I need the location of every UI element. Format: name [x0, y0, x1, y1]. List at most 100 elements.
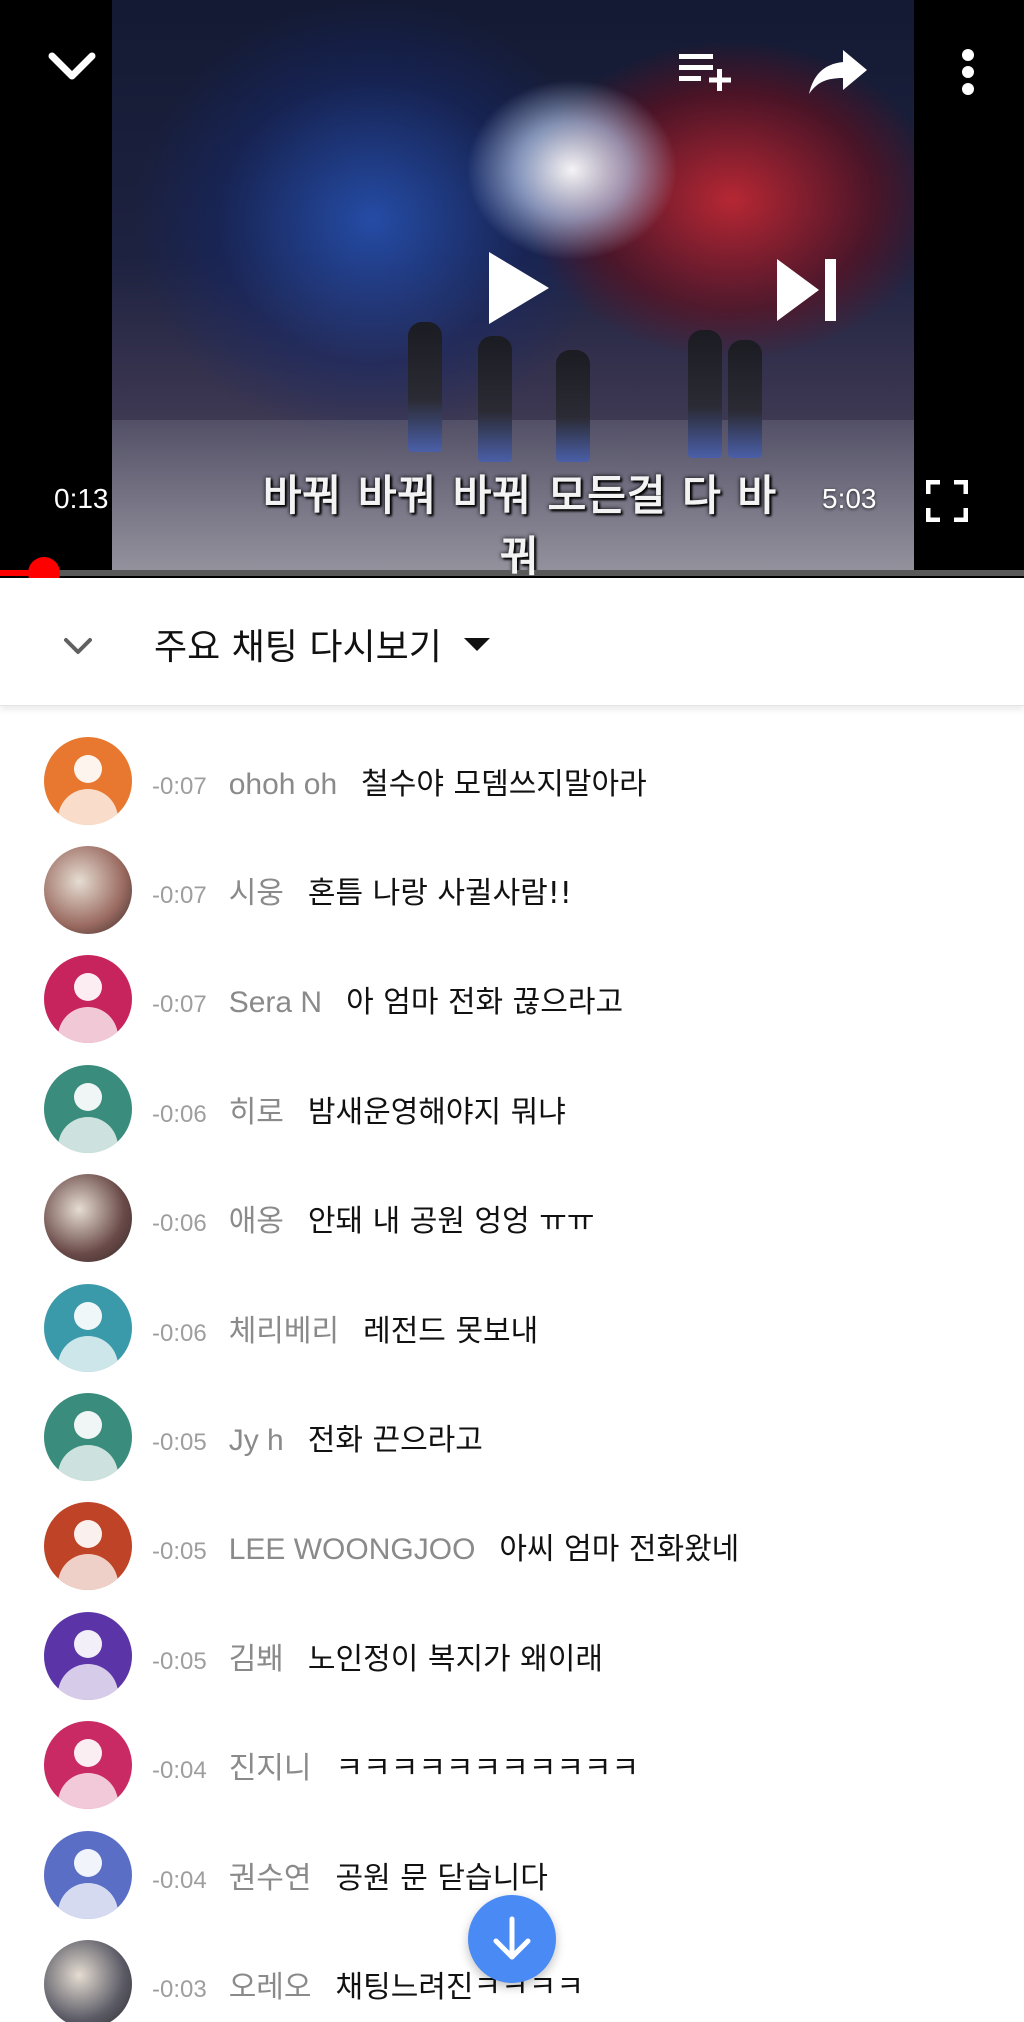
- chat-message-time: -0:06: [152, 1210, 207, 1238]
- avatar-head: [74, 1082, 102, 1111]
- video-dancer: [728, 340, 762, 458]
- share-icon[interactable]: [806, 44, 872, 100]
- chat-message-text: 레전드 못보내: [363, 1313, 539, 1349]
- avatar[interactable]: [44, 1283, 132, 1372]
- fullscreen-icon[interactable]: [922, 478, 972, 524]
- chat-message-time: -0:05: [152, 1429, 207, 1457]
- chat-message[interactable]: -0:07 시웅 혼틈 나랑 사귈사람!!: [0, 835, 1024, 944]
- video-player[interactable]: 0:13 바꿔 바꿔 바꿔 모든걸 다 바꿔 5:03: [0, 0, 1024, 578]
- duration: 5:03: [822, 483, 877, 514]
- chat-message[interactable]: -0:05 김봬 노인정이 복지가 왜이래: [0, 1601, 1024, 1710]
- chat-message[interactable]: -0:07 Sera N 아 엄마 전화 끊으라고: [0, 945, 1024, 1054]
- video-dancer: [478, 336, 512, 462]
- avatar-body: [58, 1554, 118, 1591]
- avatar-body: [58, 1116, 118, 1153]
- avatar-body: [58, 1773, 118, 1810]
- chat-message-author[interactable]: 권수연: [229, 1853, 312, 1897]
- chat-message-time: -0:04: [152, 1866, 207, 1894]
- avatar[interactable]: [44, 846, 132, 935]
- chat-message-author[interactable]: Sera N: [229, 986, 322, 1020]
- avatar[interactable]: [44, 1611, 132, 1700]
- chat-mode-label: 주요 채팅 다시보기: [154, 627, 442, 668]
- avatar[interactable]: [44, 736, 132, 825]
- skip-next-icon[interactable]: [770, 254, 842, 326]
- avatar-head: [74, 1739, 102, 1768]
- chat-message[interactable]: -0:07 ohoh oh 철수야 모뎀쓰지말아라: [0, 726, 1024, 835]
- video-subtitle: 바꿔 바꿔 바꿔 모든걸 다 바꿔: [262, 471, 778, 578]
- chat-message-author[interactable]: LEE WOONGJOO: [229, 1533, 476, 1567]
- chat-message-time: -0:05: [152, 1647, 207, 1675]
- seek-bar[interactable]: [0, 557, 1024, 578]
- chat-message-author[interactable]: 시웅: [229, 868, 284, 912]
- avatar-head: [74, 1520, 102, 1549]
- chat-message-time: -0:07: [152, 772, 207, 800]
- chat-message-text: 철수야 모뎀쓰지말아라: [361, 766, 647, 802]
- avatar-body: [58, 788, 118, 825]
- chat-message-author[interactable]: 히로: [229, 1087, 284, 1131]
- avatar[interactable]: [44, 1721, 132, 1810]
- video-dancer: [556, 350, 590, 462]
- avatar[interactable]: [44, 955, 132, 1044]
- video-dancer: [408, 322, 442, 452]
- avatar-head: [74, 1301, 102, 1330]
- chat-message-text: 안돼 내 공원 엉엉 ㅠㅠ: [307, 1204, 595, 1240]
- chat-message[interactable]: -0:04 진지니 ㅋㅋㅋㅋㅋㅋㅋㅋㅋㅋㅋ: [0, 1711, 1024, 1820]
- avatar-head: [74, 1848, 102, 1877]
- chat-message-line: -0:04 진지니 ㅋㅋㅋㅋㅋㅋㅋㅋㅋㅋㅋ: [152, 1743, 639, 1787]
- chat-message-time: -0:06: [152, 1319, 207, 1347]
- chat-message-list[interactable]: -0:07 ohoh oh 철수야 모뎀쓰지말아라 -0:07 시웅 혼틈 나랑 사귈사람…: [0, 726, 1024, 2022]
- chat-message-author[interactable]: 오레오: [229, 1962, 312, 2006]
- avatar[interactable]: [44, 1502, 132, 1591]
- chat-message-author[interactable]: ohoh oh: [229, 768, 337, 802]
- avatar[interactable]: [44, 1393, 132, 1482]
- chat-message[interactable]: -0:06 체리베리 레전드 못보내: [0, 1273, 1024, 1382]
- chat-message-line: -0:06 애옹 안돼 내 공원 엉엉 ㅠㅠ: [152, 1196, 594, 1240]
- chat-message-text: ㅋㅋㅋㅋㅋㅋㅋㅋㅋㅋㅋ: [335, 1751, 640, 1787]
- playlist-add-icon[interactable]: [676, 46, 736, 96]
- chat-message-author[interactable]: 진지니: [229, 1743, 312, 1787]
- avatar-head: [74, 973, 102, 1002]
- avatar-head: [74, 1629, 102, 1658]
- chat-message-text: 혼틈 나랑 사귈사람!!: [307, 876, 572, 912]
- seek-bar-thumb[interactable]: [28, 557, 61, 578]
- chat-message-time: -0:06: [152, 1100, 207, 1128]
- avatar[interactable]: [44, 1939, 132, 2022]
- scroll-to-bottom-button[interactable]: [468, 1895, 556, 1983]
- chat-message-line: -0:04 권수연 공원 문 닫습니다: [152, 1853, 548, 1897]
- chat-message[interactable]: -0:05 Jy h 전화 끈으라고: [0, 1382, 1024, 1491]
- chat-message-time: -0:05: [152, 1538, 207, 1566]
- chat-message-line: -0:05 김봬 노인정이 복지가 왜이래: [152, 1634, 603, 1678]
- more-vert-icon[interactable]: [950, 44, 986, 100]
- chat-message-time: -0:04: [152, 1757, 207, 1785]
- chat-message[interactable]: -0:06 히로 밤새운영해야지 뭐냐: [0, 1054, 1024, 1163]
- caret-down-icon: [463, 637, 490, 651]
- avatar[interactable]: [44, 1174, 132, 1263]
- avatar-body: [58, 1335, 118, 1372]
- chat-message-line: -0:06 체리베리 레전드 못보내: [152, 1306, 538, 1350]
- chat-message-line: -0:06 히로 밤새운영해야지 뭐냐: [152, 1087, 566, 1131]
- chat-message-text: 아씨 엄마 전화왔네: [499, 1532, 740, 1568]
- chat-message-line: -0:07 Sera N 아 엄마 전화 끊으라고: [152, 977, 623, 1021]
- chat-message[interactable]: -0:05 LEE WOONGJOO 아씨 엄마 전화왔네: [0, 1492, 1024, 1601]
- chat-message-line: -0:07 ohoh oh 철수야 모뎀쓰지말아라: [152, 759, 647, 803]
- avatar[interactable]: [44, 1830, 132, 1919]
- chat-header: 주요 채팅 다시보기: [0, 582, 1024, 706]
- video-dancer: [688, 330, 722, 458]
- chat-message-author[interactable]: 애옹: [229, 1196, 284, 1240]
- chat-message-author[interactable]: Jy h: [229, 1424, 284, 1458]
- avatar[interactable]: [44, 1064, 132, 1153]
- chat-message-text: 아 엄마 전화 끊으라고: [346, 985, 624, 1021]
- chevron-down-icon[interactable]: [40, 42, 104, 90]
- chat-message-time: -0:07: [152, 991, 207, 1019]
- chat-mode-dropdown[interactable]: 주요 채팅 다시보기: [154, 618, 490, 670]
- avatar-body: [58, 1663, 118, 1700]
- play-icon[interactable]: [480, 246, 556, 330]
- chat-message-text: 노인정이 복지가 왜이래: [307, 1641, 603, 1677]
- avatar-body: [58, 1007, 118, 1044]
- chevron-down-icon[interactable]: [58, 626, 98, 666]
- chat-message-line: -0:05 Jy h 전화 끈으라고: [152, 1415, 483, 1459]
- avatar-body: [58, 1445, 118, 1482]
- chat-message-author[interactable]: 체리베리: [229, 1306, 339, 1350]
- chat-message[interactable]: -0:06 애옹 안돼 내 공원 엉엉 ㅠㅠ: [0, 1164, 1024, 1273]
- chat-message-author[interactable]: 김봬: [229, 1634, 284, 1678]
